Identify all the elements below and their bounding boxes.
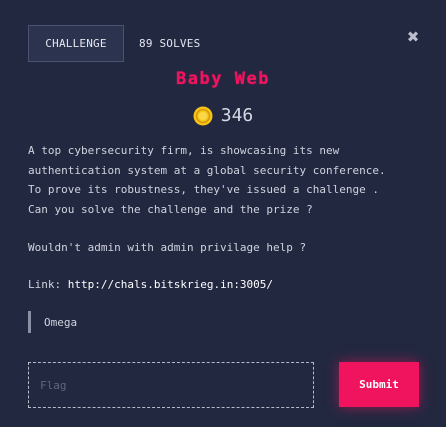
- challenge-title: Baby Web: [176, 69, 270, 89]
- description-line: Can you solve the challenge and the priz…: [28, 202, 313, 216]
- points-value: 346: [220, 105, 254, 126]
- coin-icon: [193, 106, 213, 125]
- description-line: authentication system at a global securi…: [28, 163, 386, 177]
- challenge-link-row: Link: http://chals.bitskrieg.in:3005/: [28, 278, 273, 291]
- description-line: A top cybersecurity firm, is showcasing …: [28, 144, 340, 157]
- challenge-author: Omega: [28, 311, 77, 333]
- challenge-description: A top cybersecurity firm, is showcasing …: [28, 141, 428, 219]
- flag-input[interactable]: [28, 362, 314, 408]
- submit-button[interactable]: Submit: [339, 362, 419, 407]
- challenge-link[interactable]: http://chals.bitskrieg.in:3005/: [68, 278, 273, 291]
- points-display: 346: [0, 105, 446, 126]
- author-name: Omega: [44, 315, 78, 329]
- close-icon[interactable]: ✖: [404, 28, 422, 46]
- solves-count[interactable]: 89 SOLVES: [139, 37, 200, 50]
- challenge-modal: CHALLENGE 89 SOLVES ✖ Baby Web 346 A top…: [0, 0, 446, 427]
- link-label: Link:: [28, 278, 68, 291]
- description-line: To prove its robustness, they've issued …: [28, 183, 379, 197]
- tab-challenge-label: CHALLENGE: [45, 37, 107, 50]
- challenge-hint: Wouldn't admin with admin privilage help…: [28, 241, 307, 254]
- tab-challenge[interactable]: CHALLENGE: [28, 25, 124, 62]
